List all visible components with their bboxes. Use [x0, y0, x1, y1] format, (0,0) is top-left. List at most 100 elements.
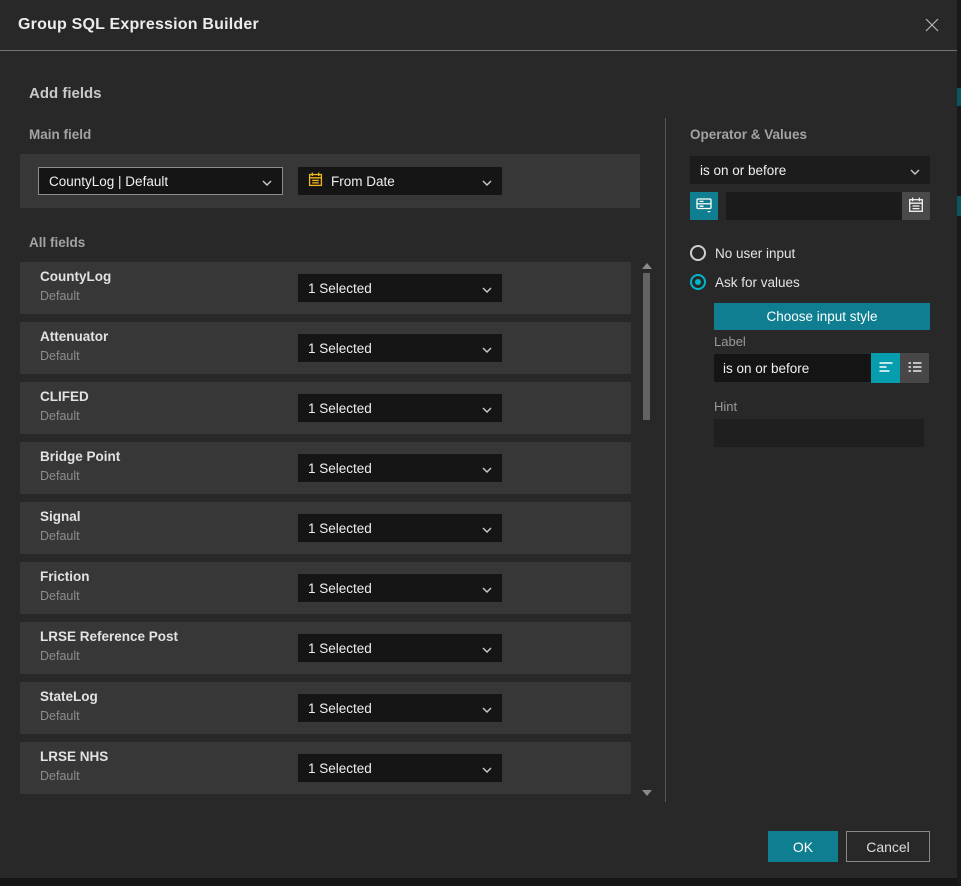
all-fields-heading: All fields: [29, 235, 85, 250]
radio-ask-for-values[interactable]: Ask for values: [690, 274, 800, 290]
stacked-values-icon: [695, 196, 713, 217]
main-layer-dropdown[interactable]: CountyLog | Default: [38, 167, 283, 195]
close-button[interactable]: [919, 13, 945, 39]
radio-button-icon[interactable]: [690, 245, 706, 261]
field-selection-value: 1 Selected: [308, 461, 372, 476]
field-selection-value: 1 Selected: [308, 641, 372, 656]
field-row-lrse-nhs: LRSE NHS Default 1 Selected: [20, 742, 631, 794]
date-field-calendar-icon: [308, 172, 323, 190]
page-edge-accent-sliver: [957, 88, 961, 106]
field-row-friction: Friction Default 1 Selected: [20, 562, 631, 614]
field-row-signal: Signal Default 1 Selected: [20, 502, 631, 554]
field-selection-dropdown[interactable]: 1 Selected: [298, 694, 502, 722]
chevron-down-icon: [482, 641, 492, 656]
chevron-down-icon: [482, 174, 492, 189]
main-field-dropdown-value: From Date: [331, 174, 395, 189]
radio-no-user-input[interactable]: No user input: [690, 245, 795, 261]
all-fields-list: CountyLog Default 1 Selected Attenuator …: [20, 262, 631, 794]
chevron-down-icon: [482, 341, 492, 356]
label-field-label: Label: [714, 334, 746, 349]
date-picker-button[interactable]: [902, 192, 930, 220]
field-sublabel: Default: [40, 409, 80, 423]
field-name: CLIFED: [40, 389, 89, 404]
field-sublabel: Default: [40, 529, 80, 543]
field-selection-dropdown[interactable]: 1 Selected: [298, 334, 502, 362]
operator-dropdown-value: is on or before: [700, 163, 786, 178]
field-sublabel: Default: [40, 709, 80, 723]
radio-button-selected-icon[interactable]: [690, 274, 706, 290]
field-name: Attenuator: [40, 329, 108, 344]
main-field-dropdown[interactable]: From Date: [298, 167, 502, 195]
ok-button[interactable]: OK: [768, 831, 838, 862]
radio-label: Ask for values: [715, 275, 800, 290]
field-selection-dropdown[interactable]: 1 Selected: [298, 454, 502, 482]
list-input-style-toggle[interactable]: [900, 353, 929, 383]
field-selection-value: 1 Selected: [308, 341, 372, 356]
field-selection-value: 1 Selected: [308, 521, 372, 536]
screen: Group SQL Expression Builder Add fields …: [0, 0, 961, 886]
list-icon: [907, 359, 923, 378]
field-name: LRSE NHS: [40, 749, 108, 764]
field-selection-dropdown[interactable]: 1 Selected: [298, 754, 502, 782]
add-fields-heading: Add fields: [29, 85, 102, 102]
field-name: LRSE Reference Post: [40, 629, 178, 644]
scrollbar-up-arrow-icon[interactable]: [642, 263, 652, 269]
cancel-button[interactable]: Cancel: [846, 831, 930, 862]
scrollbar-down-arrow-icon[interactable]: [642, 790, 652, 796]
value-mode-toggle-button[interactable]: [690, 192, 718, 220]
scrollbar-thumb[interactable]: [643, 273, 650, 420]
field-selection-dropdown[interactable]: 1 Selected: [298, 514, 502, 542]
dialog-title: Group SQL Expression Builder: [18, 16, 259, 34]
dialog-titlebar: Group SQL Expression Builder: [0, 0, 957, 51]
field-name: CountyLog: [40, 269, 111, 284]
main-field-panel: CountyLog | Default From Date: [20, 154, 640, 208]
chevron-down-icon: [482, 281, 492, 296]
field-sublabel: Default: [40, 469, 80, 483]
field-selection-dropdown[interactable]: 1 Selected: [298, 634, 502, 662]
choose-input-style-button[interactable]: Choose input style: [714, 303, 930, 330]
field-selection-value: 1 Selected: [308, 581, 372, 596]
input-style-toggle-group: [871, 353, 929, 383]
operator-dropdown[interactable]: is on or before: [690, 156, 930, 184]
field-selection-value: 1 Selected: [308, 701, 372, 716]
field-sublabel: Default: [40, 589, 80, 603]
group-sql-expression-builder-dialog: Group SQL Expression Builder Add fields …: [0, 0, 957, 878]
close-icon: [923, 16, 941, 37]
field-row-statelog: StateLog Default 1 Selected: [20, 682, 631, 734]
operator-values-heading: Operator & Values: [690, 127, 807, 142]
value-input[interactable]: [726, 192, 902, 220]
field-selection-dropdown[interactable]: 1 Selected: [298, 394, 502, 422]
field-selection-dropdown[interactable]: 1 Selected: [298, 574, 502, 602]
chevron-down-icon: [482, 461, 492, 476]
field-selection-dropdown[interactable]: 1 Selected: [298, 274, 502, 302]
page-edge-accent-sliver: [957, 196, 961, 216]
label-input[interactable]: [714, 354, 871, 382]
chevron-down-icon: [262, 174, 272, 189]
field-sublabel: Default: [40, 769, 80, 783]
field-row-clifed: CLIFED Default 1 Selected: [20, 382, 631, 434]
calendar-icon: [908, 197, 924, 216]
field-row-countylog: CountyLog Default 1 Selected: [20, 262, 631, 314]
chevron-down-icon: [482, 761, 492, 776]
hint-field-label: Hint: [714, 399, 737, 414]
main-layer-dropdown-value: CountyLog | Default: [49, 174, 168, 189]
chevron-down-icon: [482, 401, 492, 416]
field-sublabel: Default: [40, 289, 80, 303]
page-edge-bottom: [0, 878, 957, 886]
field-row-attenuator: Attenuator Default 1 Selected: [20, 322, 631, 374]
field-name: StateLog: [40, 689, 98, 704]
chevron-down-icon: [482, 581, 492, 596]
hint-input[interactable]: [714, 419, 924, 447]
all-fields-scrollbar[interactable]: [641, 257, 652, 802]
field-sublabel: Default: [40, 349, 80, 363]
align-left-icon: [878, 359, 894, 378]
field-name: Bridge Point: [40, 449, 120, 464]
vertical-divider: [665, 118, 666, 802]
field-row-bridge-point: Bridge Point Default 1 Selected: [20, 442, 631, 494]
radio-label: No user input: [715, 246, 795, 261]
field-selection-value: 1 Selected: [308, 761, 372, 776]
page-edge-right: [957, 0, 961, 886]
main-field-heading: Main field: [29, 127, 91, 142]
field-selection-value: 1 Selected: [308, 281, 372, 296]
single-input-style-toggle[interactable]: [871, 353, 900, 383]
